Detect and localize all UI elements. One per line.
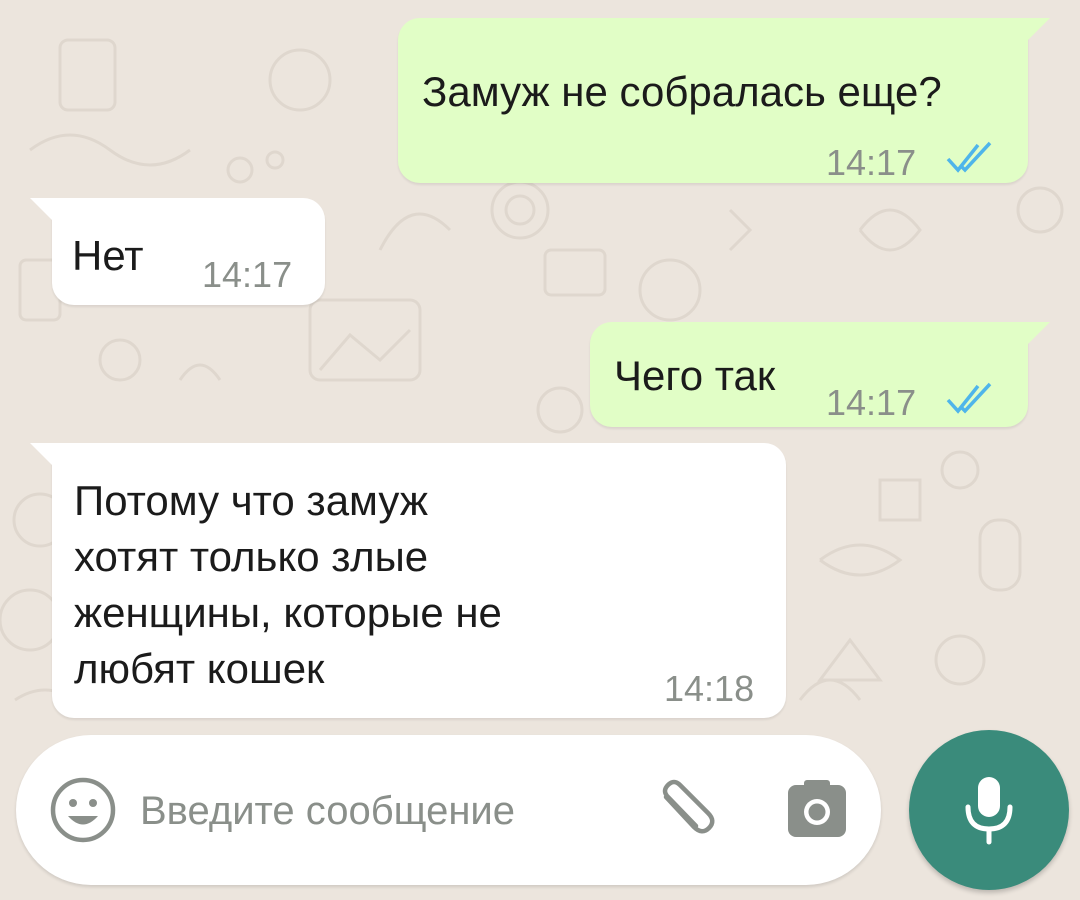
message-bubble-outgoing[interactable]: Замуж не собралась еще? 14:17 — [398, 18, 1050, 183]
read-receipt-icon — [946, 382, 992, 414]
message-text: Потому что замуж хотят только злые женщи… — [74, 477, 502, 692]
message-time: 14:17 — [202, 254, 293, 295]
message-bubble-incoming[interactable]: Потому что замуж хотят только злые женщи… — [30, 443, 786, 718]
message-compose-bar — [16, 735, 881, 885]
microphone-icon — [965, 777, 1013, 845]
bubble-tail — [1020, 18, 1050, 48]
message-time: 14:17 — [826, 142, 917, 183]
message-bubble-outgoing[interactable]: Чего так 14:17 — [590, 322, 1050, 427]
voice-record-button[interactable] — [909, 730, 1069, 890]
message-text: Чего так — [614, 352, 776, 399]
bubble-tail — [1020, 322, 1050, 352]
paperclip-icon[interactable] — [652, 775, 722, 845]
message-input[interactable] — [138, 775, 622, 847]
bubble-tail — [30, 443, 54, 467]
message-text: Замуж не собралась еще? — [422, 68, 942, 115]
camera-icon[interactable] — [784, 777, 850, 843]
message-time: 14:18 — [664, 668, 755, 709]
message-bubble-incoming[interactable]: Нет 14:17 — [30, 198, 325, 305]
message-time: 14:17 — [826, 382, 917, 423]
bubble-tail — [30, 198, 54, 222]
emoji-icon[interactable] — [48, 775, 118, 845]
message-text: Нет — [72, 232, 144, 279]
read-receipt-icon — [946, 141, 992, 173]
